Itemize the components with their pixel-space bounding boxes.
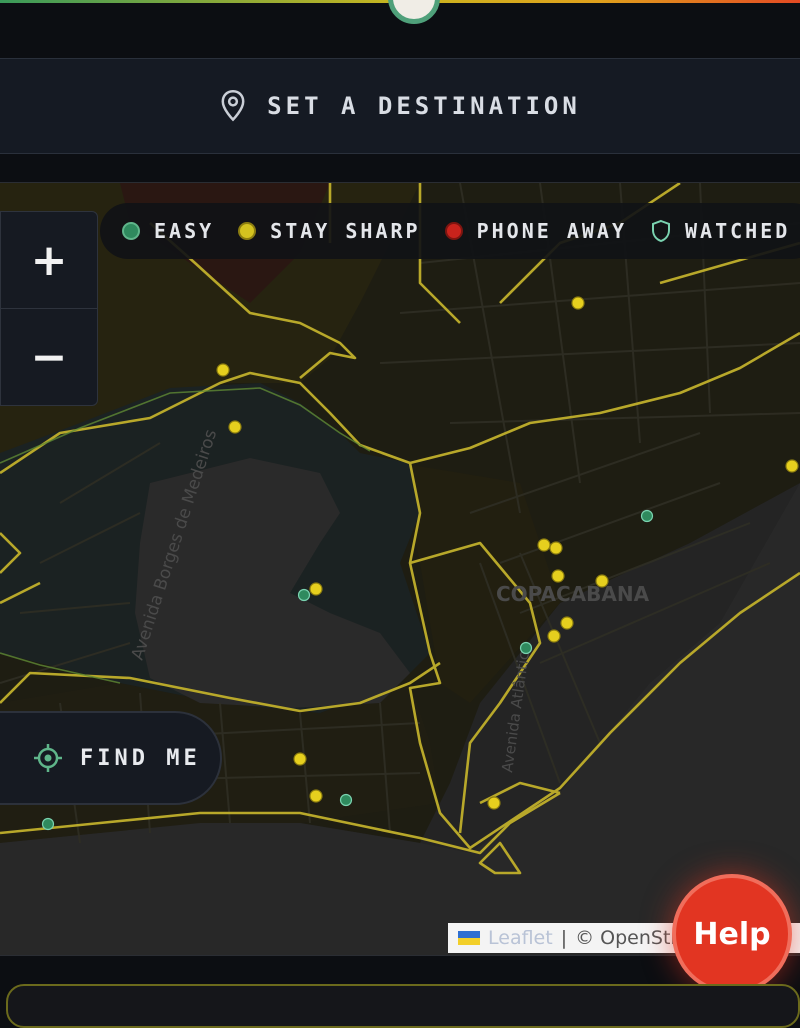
marker-stay-sharp — [487, 796, 501, 810]
legend-label-watched: WATCHED — [685, 219, 791, 243]
marker-stay-sharp — [785, 459, 799, 473]
legend-item-easy: EASY — [122, 219, 214, 243]
risk-slider-knob[interactable] — [388, 0, 440, 24]
leaflet-link[interactable]: Leaflet — [488, 927, 553, 949]
easy-dot-icon — [122, 222, 140, 240]
phone-away-dot-icon — [444, 222, 463, 240]
marker-stay-sharp — [216, 363, 230, 377]
marker-stay-sharp — [595, 574, 609, 588]
marker-stay-sharp — [309, 582, 323, 596]
marker-easy — [41, 817, 55, 831]
marker-stay-sharp — [547, 629, 561, 643]
shield-icon — [652, 219, 671, 243]
set-destination-label: SET A DESTINATION — [267, 92, 581, 120]
zoom-control: + − — [0, 211, 98, 406]
find-me-label: FIND ME — [80, 745, 201, 771]
find-me-button[interactable]: FIND ME — [0, 711, 222, 805]
safety-map[interactable]: COPACABANA Avenida Borges de Medeiros Av… — [0, 182, 800, 956]
map-tiles: COPACABANA Avenida Borges de Medeiros Av… — [0, 183, 800, 955]
legend-label-stay-sharp: STAY SHARP — [270, 219, 421, 243]
help-button[interactable]: Help — [672, 874, 792, 994]
location-pin-icon — [221, 90, 245, 122]
marker-easy — [297, 588, 311, 602]
marker-stay-sharp — [551, 569, 565, 583]
set-destination-button[interactable]: SET A DESTINATION — [0, 58, 800, 154]
zoom-in-button[interactable]: + — [1, 212, 97, 308]
marker-easy — [339, 793, 353, 807]
marker-stay-sharp — [293, 752, 307, 766]
legend-label-easy: EASY — [154, 219, 215, 243]
risk-legend: EASY STAY SHARP PHONE AWAY WATCHED — [100, 203, 800, 259]
marker-stay-sharp — [537, 538, 551, 552]
bottom-panel — [6, 984, 800, 1028]
marker-easy — [640, 509, 654, 523]
marker-stay-sharp — [228, 420, 242, 434]
legend-item-phone-away: PHONE AWAY — [444, 219, 628, 243]
legend-label-phone-away: PHONE AWAY — [476, 219, 628, 243]
marker-easy — [519, 641, 533, 655]
marker-stay-sharp — [309, 789, 323, 803]
stay-sharp-dot-icon — [238, 222, 257, 240]
place-label-copacabana: COPACABANA — [496, 582, 650, 606]
attribution-separator: | — [560, 927, 568, 949]
zoom-out-button[interactable]: − — [1, 308, 97, 405]
legend-item-stay-sharp: STAY SHARP — [238, 219, 420, 243]
legend-item-watched: WATCHED — [651, 219, 790, 243]
marker-stay-sharp — [560, 616, 574, 630]
crosshair-icon — [34, 744, 62, 772]
marker-stay-sharp — [571, 296, 585, 310]
ukraine-flag-icon — [458, 931, 480, 945]
marker-stay-sharp — [549, 541, 563, 555]
